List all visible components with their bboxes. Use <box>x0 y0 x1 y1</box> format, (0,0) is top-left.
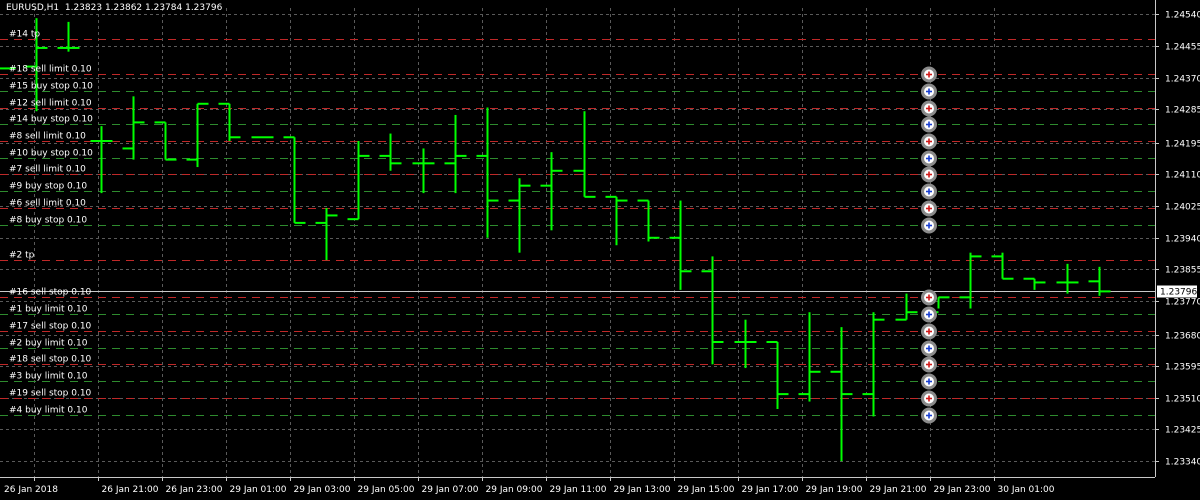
order-label: #16 sell stop 0.10 <box>9 288 92 298</box>
price-tick-label: 1.23680 <box>1165 332 1200 342</box>
order-label: #18 sell stop 0.10 <box>9 355 92 365</box>
time-tick-label: 30 Jan 01:00 <box>998 485 1055 495</box>
ohlc-values: 1.23823 1.23862 1.23784 1.23796 <box>64 3 223 13</box>
time-tick-label: 29 Jan 13:00 <box>614 485 671 495</box>
symbol-timeframe: EURUSD,H1 <box>6 3 60 13</box>
buy-order-marker[interactable] <box>921 183 937 200</box>
sell-order-marker[interactable] <box>921 166 937 183</box>
order-label: #2 buy limit 0.10 <box>9 339 88 349</box>
time-tick-label: 29 Jan 03:00 <box>294 485 351 495</box>
order-label: #4 buy limit 0.10 <box>9 406 88 416</box>
order-label: #17 sell stop 0.10 <box>9 322 92 332</box>
time-tick-label: 29 Jan 05:00 <box>358 485 415 495</box>
order-label: #7 sell limit 0.10 <box>9 165 86 175</box>
order-label: #15 buy stop 0.10 <box>9 82 93 92</box>
buy-order-marker[interactable] <box>921 373 937 390</box>
buy-order-marker[interactable] <box>921 217 937 234</box>
sell-order-marker[interactable] <box>921 323 937 340</box>
order-label: #14 tp <box>9 30 40 40</box>
time-tick-label: 26 Jan 23:00 <box>166 485 223 495</box>
sell-order-marker[interactable] <box>921 66 937 83</box>
time-tick-label: 29 Jan 21:00 <box>870 485 927 495</box>
price-tick-label: 1.23425 <box>1165 426 1200 436</box>
price-tick-label: 1.24370 <box>1165 75 1200 85</box>
sell-order-marker[interactable] <box>921 356 937 373</box>
buy-order-marker[interactable] <box>921 83 937 100</box>
price-tick-label: 1.23595 <box>1165 363 1200 373</box>
time-tick-label: 26 Jan 2018 <box>4 485 58 495</box>
price-tick-label: 1.24110 <box>1165 171 1200 181</box>
order-labels: #14 tp #18 sell limit 0.10 #15 buy stop 0.… <box>9 30 93 416</box>
buy-order-marker[interactable] <box>921 306 937 323</box>
price-tick-label: 1.24285 <box>1165 106 1200 116</box>
time-tick-label: 26 Jan 21:00 <box>102 485 159 495</box>
time-tick-label: 29 Jan 23:00 <box>934 485 991 495</box>
sell-order-marker[interactable] <box>921 133 937 150</box>
price-tick-label: 1.23340 <box>1165 458 1200 468</box>
order-label: #2 tp <box>9 251 35 261</box>
order-label: #12 sell limit 0.10 <box>9 99 92 109</box>
current-price-tag-label: 1.23796 <box>1160 288 1197 298</box>
time-tick-label: 29 Jan 07:00 <box>422 485 479 495</box>
buy-order-marker[interactable] <box>921 340 937 357</box>
sell-order-marker[interactable] <box>921 390 937 407</box>
price-tick-label: 1.24455 <box>1165 43 1200 53</box>
price-tick-label: 1.23855 <box>1165 266 1200 276</box>
order-label: #19 sell stop 0.10 <box>9 389 92 399</box>
time-tick-label: 29 Jan 09:00 <box>486 485 543 495</box>
order-label: #14 buy stop 0.10 <box>9 115 93 125</box>
time-tick-label: 29 Jan 17:00 <box>742 485 799 495</box>
order-label: #1 buy limit 0.10 <box>9 305 88 315</box>
order-label: #6 sell limit 0.10 <box>9 199 86 209</box>
time-tick-label: 29 Jan 11:00 <box>550 485 607 495</box>
price-tick-label: 1.23940 <box>1165 235 1200 245</box>
sell-order-marker[interactable] <box>921 289 937 306</box>
price-tick-label: 1.23770 <box>1165 298 1200 308</box>
order-label: #10 buy stop 0.10 <box>9 149 93 159</box>
time-tick-label: 29 Jan 19:00 <box>806 485 863 495</box>
order-label: #18 sell limit 0.10 <box>9 65 92 75</box>
sell-order-marker[interactable] <box>921 200 937 217</box>
chart-header: EURUSD,H1 1.23823 1.23862 1.23784 1.2379… <box>6 3 222 13</box>
buy-order-marker[interactable] <box>921 116 937 133</box>
price-tick-label: 1.24195 <box>1165 140 1200 150</box>
price-tick-label: 1.24540 <box>1165 11 1200 21</box>
time-tick-label: 29 Jan 15:00 <box>678 485 735 495</box>
price-chart[interactable]: #14 tp #18 sell limit 0.10 #15 buy stop 0.… <box>0 0 1200 500</box>
order-label: #9 buy stop 0.10 <box>9 182 87 192</box>
order-label: #3 buy limit 0.10 <box>9 372 88 382</box>
buy-order-marker[interactable] <box>921 150 937 167</box>
order-label: #8 buy stop 0.10 <box>9 216 87 226</box>
order-label: #8 sell limit 0.10 <box>9 132 86 142</box>
time-tick-label: 29 Jan 01:00 <box>230 485 287 495</box>
price-tick-label: 1.23510 <box>1165 395 1200 405</box>
price-tick-label: 1.24025 <box>1165 203 1200 213</box>
sell-order-marker[interactable] <box>921 100 937 117</box>
buy-order-marker[interactable] <box>921 407 937 424</box>
